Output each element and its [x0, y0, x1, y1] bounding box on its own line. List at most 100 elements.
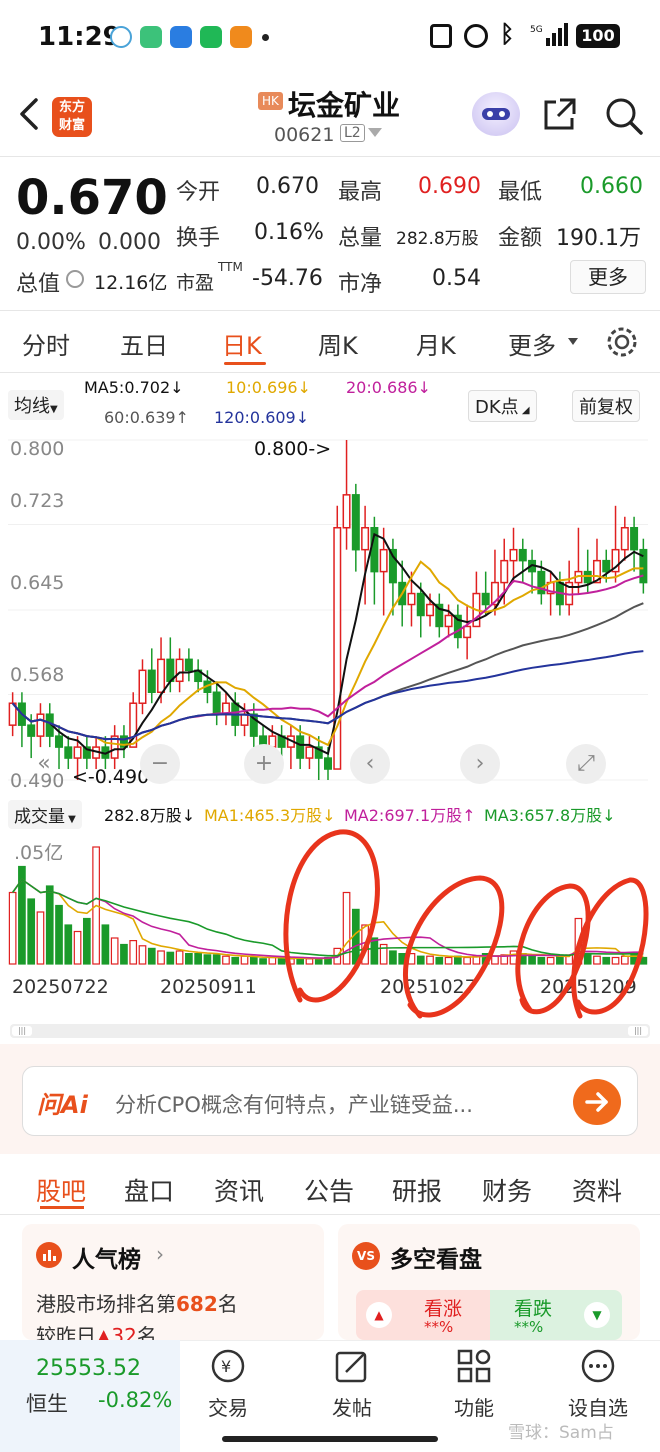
fullscreen-button[interactable]: ⤢: [566, 744, 606, 784]
nav-add-watchlist[interactable]: 设自选: [558, 1392, 638, 1421]
nav-post[interactable]: 发帖: [312, 1392, 392, 1421]
tab-weekly-k[interactable]: 周K: [318, 326, 358, 361]
search-icon[interactable]: [604, 96, 644, 136]
scrollbar-handle-left[interactable]: |||: [12, 1026, 32, 1036]
status-time: 11:29: [38, 22, 121, 52]
pe-value: -54.76: [252, 266, 323, 291]
current-price: 0.670: [16, 170, 168, 226]
ma20-value: 20:0.686↓: [346, 378, 431, 397]
dk-point-button[interactable]: DK点 ◢: [468, 390, 537, 422]
bear-percent: **%: [514, 1318, 544, 1336]
ma-selector[interactable]: 均线▼: [8, 390, 64, 420]
sentiment-card[interactable]: VS 多空看盘 ▲ 看涨 **% 看跌 **% ▼: [338, 1224, 640, 1340]
volume-bar: [110, 937, 119, 965]
app-notification-icon: [200, 26, 222, 48]
stock-name: 坛金矿业: [288, 89, 401, 122]
ma20-line: [11, 574, 644, 741]
dk-point-label: DK点: [475, 397, 519, 418]
nfc-icon: [430, 24, 452, 48]
candle: [426, 603, 435, 617]
zoom-out-button[interactable]: −: [140, 744, 180, 784]
ai-question-box[interactable]: 问Ai 分析CPO概念有何特点，产业链受益...: [22, 1066, 638, 1136]
rank-suffix: 名: [217, 1292, 238, 1316]
divider: [0, 372, 660, 373]
nav-functions[interactable]: 功能: [434, 1392, 514, 1421]
candle: [212, 691, 221, 715]
battery-level: 100: [581, 26, 615, 45]
scroll-right-button[interactable]: ›: [460, 744, 500, 784]
scrollbar-handle-right[interactable]: |||: [628, 1026, 648, 1036]
subtab-financials[interactable]: 财务: [482, 1172, 532, 1208]
ai-assistant-icon[interactable]: [472, 92, 520, 136]
functions-grid-icon[interactable]: [456, 1348, 492, 1384]
tab-intraday[interactable]: 分时: [22, 326, 70, 361]
subtab-profile[interactable]: 资料: [572, 1172, 622, 1208]
share-icon[interactable]: [540, 96, 578, 134]
date-tick: 20250722: [12, 976, 109, 998]
sentiment-title: 多空看盘: [390, 1247, 482, 1273]
volume-bar: [45, 885, 54, 965]
low-label: 最低: [498, 180, 543, 205]
volume-selector[interactable]: 成交量 ▼: [8, 800, 82, 829]
ma-selector-label: 均线: [14, 396, 50, 417]
volume-bar: [222, 955, 230, 965]
more-options-icon[interactable]: [580, 1348, 616, 1384]
adjust-button[interactable]: 前复权: [572, 390, 640, 422]
subtab-orderbook[interactable]: 盘口: [124, 1172, 174, 1208]
index-ticker[interactable]: 25553.52 恒生 -0.82%: [0, 1340, 180, 1452]
rank-line: 港股市场排名第682名: [36, 1288, 238, 1317]
more-quote-button[interactable]: 更多: [570, 260, 646, 294]
hand-annotation: [283, 829, 649, 1019]
zoom-in-button[interactable]: +: [244, 744, 284, 784]
back-icon[interactable]: [14, 96, 44, 132]
popularity-card[interactable]: 人气榜 › 港股市场排名第682名 较昨日▲32名: [22, 1224, 324, 1348]
subtab-research[interactable]: 研报: [392, 1172, 442, 1208]
popularity-title: 人气榜: [72, 1247, 141, 1273]
candle: [73, 746, 82, 759]
subtab-forum[interactable]: 股吧: [36, 1172, 86, 1208]
volume-selector-label: 成交量: [14, 807, 65, 827]
bear-button[interactable]: 看跌 **% ▼: [490, 1290, 622, 1340]
chevron-down-icon[interactable]: [368, 128, 382, 137]
compose-icon[interactable]: [334, 1348, 370, 1384]
candle: [240, 713, 249, 726]
trade-icon[interactable]: ¥: [210, 1348, 246, 1384]
level2-badge[interactable]: L2: [340, 124, 365, 142]
ma5-value: MA5:0.702↓: [84, 378, 184, 397]
ma60-line: [11, 602, 644, 741]
settings-gear-icon[interactable]: [604, 324, 640, 360]
tab-daily-k[interactable]: 日K: [222, 326, 262, 361]
app-logo[interactable]: 东方 财富: [52, 97, 92, 137]
scroll-left-button[interactable]: ‹: [350, 744, 390, 784]
subtab-announcements[interactable]: 公告: [304, 1172, 354, 1208]
volume-axis-top: .05亿: [14, 842, 64, 864]
candlestick-chart[interactable]: [0, 432, 660, 792]
candle: [509, 548, 518, 562]
candle: [175, 658, 184, 683]
candle: [351, 494, 360, 551]
ma60-value: 60:0.639↑: [104, 408, 189, 427]
candle: [184, 658, 193, 672]
tab-five-day[interactable]: 五日: [120, 326, 168, 361]
change-amount: 0.000: [98, 230, 161, 255]
subtab-news[interactable]: 资讯: [214, 1172, 264, 1208]
rewind-button[interactable]: «: [24, 744, 64, 784]
up-arrow-icon: ▲: [366, 1302, 392, 1328]
nav-trade[interactable]: 交易: [188, 1392, 268, 1421]
tab-monthly-k[interactable]: 月K: [416, 326, 456, 361]
app-notification-icon: [140, 26, 162, 48]
market-cap-label: 总值: [16, 272, 61, 297]
volume-bar: [8, 891, 17, 965]
ai-prompt-text: 分析CPO概念有何特点，产业链受益...: [115, 1093, 473, 1117]
svg-text:5G: 5G: [530, 25, 543, 35]
bull-button[interactable]: ▲ 看涨 **%: [356, 1290, 490, 1340]
candle: [416, 592, 425, 617]
volume-bar: [185, 952, 193, 965]
bear-label: 看跌: [514, 1298, 553, 1320]
volume-bar: [147, 947, 156, 965]
candle: [64, 746, 73, 759]
info-icon[interactable]: [66, 270, 84, 288]
submit-arrow-button[interactable]: [573, 1079, 621, 1125]
tab-more[interactable]: 更多: [508, 326, 556, 361]
chart-scrollbar[interactable]: ||| |||: [10, 1024, 650, 1038]
